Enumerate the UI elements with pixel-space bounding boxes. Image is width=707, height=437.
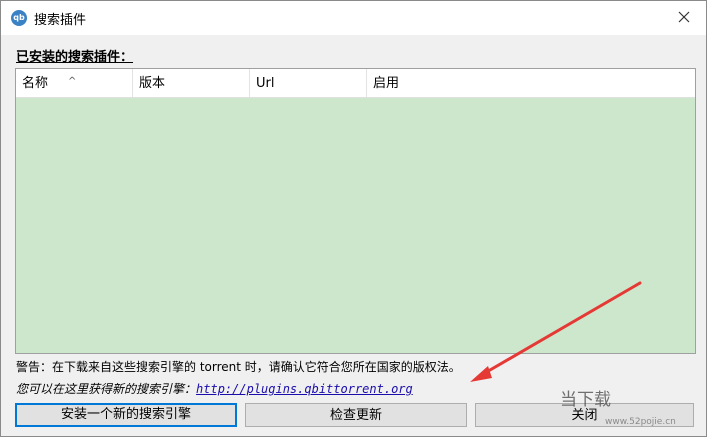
column-label: 启用 bbox=[373, 76, 400, 91]
qbittorrent-app-icon: qb bbox=[11, 10, 27, 26]
watermark-logo: 当下载 bbox=[560, 390, 611, 410]
plugins-table[interactable]: 名称 ^ 版本 Url 启用 bbox=[15, 68, 696, 354]
column-header-name[interactable]: 名称 ^ bbox=[16, 69, 133, 97]
column-header-enabled[interactable]: 启用 bbox=[367, 69, 695, 97]
column-header-url[interactable]: Url bbox=[250, 69, 367, 97]
plugins-link[interactable]: http://plugins.qbittorrent.org bbox=[196, 382, 413, 396]
copyright-warning: 警告：在下载来自这些搜索引擎的 torrent 时，请确认它符合您所在国家的版权… bbox=[16, 360, 461, 374]
column-label: 版本 bbox=[139, 76, 166, 91]
watermark-url: www.52pojie.cn bbox=[605, 417, 676, 427]
window-title: 搜索插件 bbox=[34, 13, 87, 28]
check-updates-button[interactable]: 检查更新 bbox=[245, 403, 467, 427]
column-header-version[interactable]: 版本 bbox=[133, 69, 250, 97]
sort-ascending-icon: ^ bbox=[68, 76, 77, 87]
table-header: 名称 ^ 版本 Url 启用 bbox=[16, 69, 695, 98]
installed-plugins-label: 已安装的搜索插件： bbox=[16, 50, 134, 65]
install-new-engine-button[interactable]: 安装一个新的搜索引擎 bbox=[15, 403, 237, 427]
hint-text: 您可以在这里获得新的搜索引擎： bbox=[16, 382, 197, 396]
close-window-icon[interactable] bbox=[674, 7, 694, 27]
plugins-hint: 您可以在这里获得新的搜索引擎：http://plugins.qbittorren… bbox=[16, 380, 413, 397]
title-bar: qb 搜索插件 bbox=[1, 1, 706, 35]
column-label: 名称 bbox=[22, 76, 49, 91]
search-plugins-dialog: qb 搜索插件 已安装的搜索插件： 名称 ^ 版本 Url 启用 警告：在下载来… bbox=[0, 0, 707, 437]
column-label: Url bbox=[256, 76, 275, 91]
